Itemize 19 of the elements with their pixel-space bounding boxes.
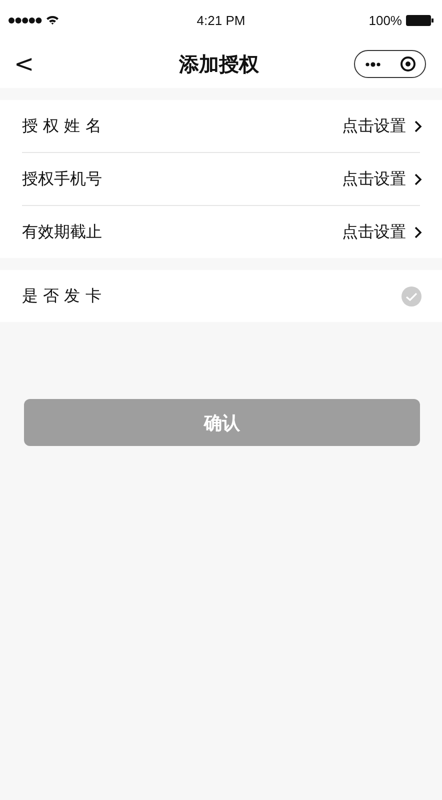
- setting-label: 有效期截止: [22, 222, 102, 242]
- wifi-icon: [46, 15, 59, 25]
- setting-link[interactable]: 点击设置: [342, 222, 422, 242]
- option-label: 是 否 发 卡: [22, 286, 102, 306]
- checkbox[interactable]: [401, 286, 422, 306]
- setting-label: 授 权 姓 名: [22, 116, 102, 136]
- chevron-icon: [414, 172, 422, 186]
- chevron-icon: [414, 226, 422, 238]
- signal-icon: [8, 16, 42, 24]
- back-button[interactable]: <: [14, 50, 84, 78]
- setting-label: 授权手机号: [22, 168, 102, 190]
- battery-percent: 100%: [368, 12, 402, 28]
- more-icon[interactable]: [364, 62, 380, 66]
- setting-link[interactable]: 点击设置: [342, 116, 422, 136]
- battery-icon: [406, 14, 434, 26]
- status-time: 4:21 PM: [196, 12, 246, 28]
- chevron-icon: [414, 120, 422, 132]
- page-title: 添加授权: [179, 50, 259, 78]
- setting-link[interactable]: 点击设置: [342, 168, 422, 190]
